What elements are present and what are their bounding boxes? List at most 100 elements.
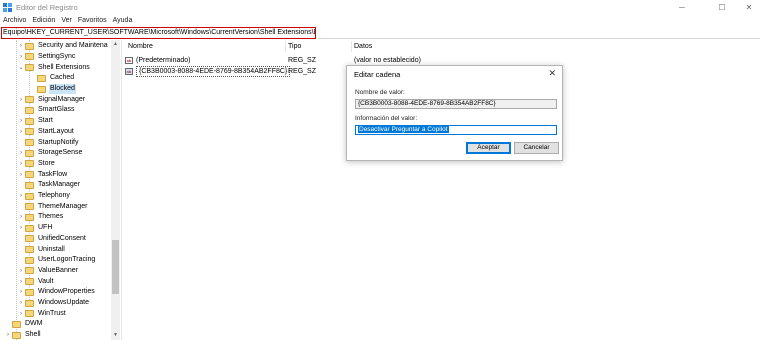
value-name-field: {CB3B0003-8088-4EDE-8769-8B354AB2FF8C} [355, 99, 557, 109]
ok-button[interactable]: Aceptar [466, 142, 511, 154]
value-data-input[interactable]: Desactivar Preguntar a Copilot [355, 125, 557, 135]
tree-item-windowsupdate[interactable]: › WindowsUpdate [17, 298, 90, 309]
value-name-label: Nombre de valor: [355, 89, 405, 96]
menu-ver[interactable]: Ver [58, 15, 75, 26]
menu-archivo[interactable]: Archivo [0, 15, 29, 26]
tree-item-label: Start [38, 117, 53, 125]
tree-item-blocked[interactable]: Blocked [29, 84, 76, 95]
tree-item-userlogontracing[interactable]: UserLogonTracing [17, 255, 96, 266]
chevron-right-icon[interactable]: › [17, 150, 25, 156]
folder-icon [25, 64, 34, 72]
tree-item-label: StorageSense [38, 149, 83, 157]
folder-icon [25, 149, 34, 157]
tree-item-cached[interactable]: Cached [29, 73, 75, 84]
tree-item-taskflow[interactable]: › TaskFlow [17, 169, 68, 180]
tree-item-store[interactable]: › Store [17, 159, 56, 170]
chevron-right-icon[interactable]: › [17, 118, 25, 124]
tree-item-wintrust[interactable]: › WinTrust [17, 309, 67, 320]
column-header-datos[interactable]: Datos [352, 41, 552, 52]
tree-item-label: Vault [38, 277, 54, 285]
tree-item-storagesense[interactable]: › StorageSense [17, 148, 83, 159]
maximize-button[interactable]: ☐ [715, 2, 729, 13]
chevron-right-icon[interactable]: › [17, 214, 25, 220]
chevron-right-icon[interactable]: › [17, 311, 25, 317]
folder-icon [25, 310, 34, 318]
tree-item-shell-extensions[interactable]: ⌄ Shell Extensions [17, 62, 91, 73]
column-header-tipo[interactable]: Tipo [286, 41, 352, 52]
tree-item-settingsync[interactable]: › SettingSync [17, 52, 76, 63]
tree-item-themes[interactable]: › Themes [17, 212, 64, 223]
menu-favoritos[interactable]: Favoritos [75, 15, 110, 26]
folder-icon [25, 246, 34, 254]
tree-item-valuebanner[interactable]: › ValueBanner [17, 266, 79, 277]
chevron-right-icon[interactable]: › [17, 300, 25, 306]
tree-item-startlayout[interactable]: › StartLayout [17, 127, 75, 138]
chevron-right-icon[interactable]: › [17, 54, 25, 60]
tree-item-label: DWM [25, 320, 43, 328]
value-data-label: Información del valor: [355, 115, 418, 122]
tree-item-start[interactable]: › Start [17, 116, 54, 127]
tree-item-telephony[interactable]: › Telephony [17, 191, 71, 202]
cancel-button[interactable]: Cancelar [514, 142, 559, 154]
chevron-right-icon[interactable]: › [17, 193, 25, 199]
folder-icon [25, 117, 34, 125]
chevron-right-icon[interactable]: › [17, 225, 25, 231]
edit-string-dialog: Editar cadena ✕ Nombre de valor: {CB3B00… [346, 65, 563, 161]
tree-item-ufh[interactable]: › UFH [17, 223, 53, 234]
tree-item-label: Uninstall [38, 245, 65, 253]
pane-divider[interactable] [121, 40, 122, 340]
menu-ayuda[interactable]: Ayuda [110, 15, 136, 26]
tree-item-startupnotify[interactable]: StartupNotify [17, 137, 79, 148]
folder-icon [25, 224, 34, 232]
chevron-right-icon[interactable]: › [17, 161, 25, 167]
tree-item-shell[interactable]: › Shell [4, 330, 42, 340]
tree-item-label: Themes [38, 213, 64, 221]
scroll-up-arrow-icon[interactable]: ▲ [111, 40, 120, 49]
tree-item-taskmanager[interactable]: TaskManager [17, 180, 81, 191]
dialog-close-icon[interactable]: ✕ [548, 68, 556, 79]
value-type: REG_SZ [288, 57, 317, 64]
tree-item-dwm[interactable]: DWM [4, 319, 44, 330]
address-bar[interactable]: Equipo\HKEY_CURRENT_USER\SOFTWARE\Micros… [1, 27, 316, 39]
chevron-right-icon[interactable]: › [17, 172, 25, 178]
folder-icon [25, 203, 34, 211]
tree-item-vault[interactable]: › Vault [17, 276, 54, 287]
registry-tree[interactable]: › Security and Maintena › SettingSync ⌄ Shell… [0, 40, 122, 340]
folder-icon [25, 128, 34, 136]
chevron-right-icon[interactable]: › [17, 289, 25, 295]
tree-item-windowproperties[interactable]: › WindowProperties [17, 287, 96, 298]
value-name: {CB3B0003-8088-4EDE-8769-8B354AB2FF8C} [136, 66, 291, 77]
tree-scrollbar[interactable]: ▲ ▼ [111, 40, 120, 340]
column-header-nombre[interactable]: Nombre [126, 41, 286, 52]
tree-item-smartglass[interactable]: SmartGlass [17, 105, 76, 116]
tree-item-label: Store [38, 159, 55, 167]
menu-edicion[interactable]: Edición [29, 15, 58, 26]
folder-icon [25, 96, 34, 104]
tree-item-label: TaskFlow [38, 170, 68, 178]
minimize-button[interactable]: ─ [675, 2, 689, 13]
tree-item-security-and-maintena[interactable]: › Security and Maintena [17, 41, 109, 52]
tree-item-label: UserLogonTracing [38, 256, 96, 264]
tree-item-label: SmartGlass [38, 106, 75, 114]
tree-item-signalmanager[interactable]: › SignalManager [17, 95, 86, 106]
tree-item-label: Security and Maintena [38, 42, 108, 50]
values-list-header: Nombre Tipo Datos [122, 41, 760, 52]
chevron-right-icon[interactable]: › [4, 332, 12, 338]
chevron-right-icon[interactable]: › [17, 268, 25, 274]
chevron-right-icon[interactable]: › [17, 43, 25, 49]
chevron-right-icon[interactable]: › [17, 279, 25, 285]
folder-icon [25, 106, 34, 114]
tree-item-uninstall[interactable]: Uninstall [17, 244, 66, 255]
dialog-title: Editar cadena [354, 70, 401, 79]
tree-item-label: Shell [25, 331, 41, 339]
chevron-down-icon[interactable]: ⌄ [17, 64, 25, 71]
close-button[interactable]: ✕ [742, 2, 756, 13]
tree-item-unifiedconsent[interactable]: UnifiedConsent [17, 234, 87, 245]
title-bar: Editor del Registro ─ ☐ ✕ [0, 0, 760, 15]
tree-item-thememanager[interactable]: ThemeManager [17, 202, 88, 213]
chevron-right-icon[interactable]: › [17, 129, 25, 135]
scrollbar-thumb[interactable] [112, 240, 119, 294]
tree-item-label: Blocked [49, 84, 76, 95]
scroll-down-arrow-icon[interactable]: ▼ [111, 331, 120, 340]
chevron-right-icon[interactable]: › [17, 97, 25, 103]
